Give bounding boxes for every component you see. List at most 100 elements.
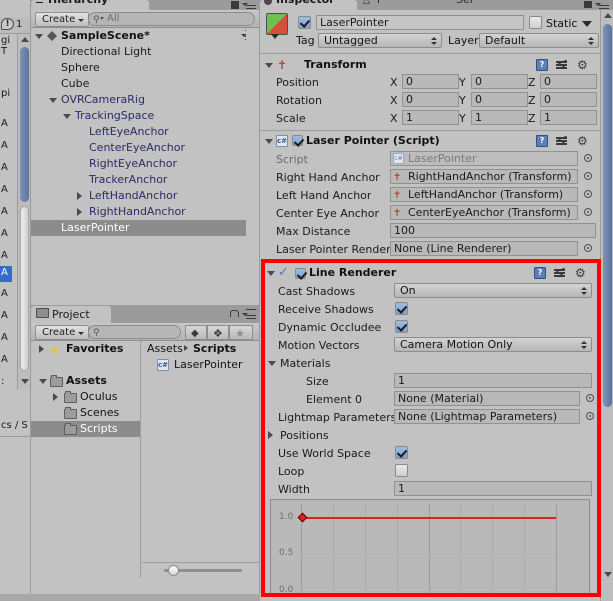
size-input[interactable]: 1 [394,373,592,388]
preset-icon[interactable] [556,59,568,71]
inspector-scroll-thumb[interactable] [603,24,612,407]
gear-icon[interactable]: ⚙ [577,59,588,71]
hierarchy-item-lefteyeanchor[interactable]: LeftEyeAnchor [31,124,259,140]
tab-inspector[interactable]: Inspector [260,0,357,10]
help-icon[interactable]: ? [534,267,546,279]
tab-project[interactable]: Project [31,306,111,323]
hierarchy-item-righthandanchor[interactable]: RightHandAnchor [31,204,259,220]
gear-icon[interactable]: ⚙ [577,135,588,147]
transform-position-y-input[interactable]: 0 [471,74,528,89]
project-tree-item-favorites[interactable]: ★ Favorites [31,341,140,357]
help-icon[interactable]: ? [536,135,548,147]
object-picker-icon[interactable] [582,188,595,201]
hierarchy-item-directional-light[interactable]: Directional Light [31,44,259,60]
breadcrumb-scripts[interactable]: Scripts [193,341,236,357]
foldout-down-icon[interactable] [63,114,71,119]
foldout-right-icon[interactable] [39,345,44,353]
project-create-button[interactable]: Create [35,325,90,340]
transform-scale-y-input[interactable]: 1 [471,110,528,125]
transform-rotation-z-input[interactable]: 0 [540,92,597,107]
receive-shadows-checkbox[interactable] [395,302,408,315]
project-lock-icon[interactable] [230,310,239,317]
loop-checkbox[interactable] [395,464,408,477]
motion-vectors-dropdown[interactable]: Camera Motion Only [394,337,592,352]
object-picker-icon[interactable] [582,242,595,255]
hierarchy-item-righteyeanchor[interactable]: RightEyeAnchor [31,156,259,172]
project-zoom-slider[interactable] [142,562,259,577]
filter-by-label-button[interactable]: ❖ [207,325,229,340]
object-picker-icon[interactable] [584,392,597,405]
object-picker-icon[interactable] [584,410,597,423]
use-world-space-checkbox[interactable] [395,446,408,459]
foldout-right-icon[interactable] [268,431,273,439]
inspector-scroll-up-arrow[interactable] [604,13,612,18]
gameobject-name-input[interactable]: LaserPointer [316,15,524,30]
scene-foldout-icon[interactable] [35,34,43,39]
lightmap-parameters-input[interactable]: None (Lightmap Parameters) [394,409,580,424]
foldout-down-icon[interactable] [268,361,276,366]
project-tree-item-scenes[interactable]: Scenes [31,405,140,421]
transform-rotation-x-input[interactable]: 0 [402,92,459,107]
transform-rotation-y-input[interactable]: 0 [471,92,528,107]
preset-icon[interactable] [556,135,568,147]
tab-services[interactable]: Services [456,0,472,10]
object-picker-icon[interactable] [582,206,595,219]
hierarchy-scene-row[interactable]: SampleScene* [31,28,259,44]
hierarchy-item-trackingspace[interactable]: TrackingSpace [31,108,259,124]
inspector-lock-icon[interactable] [584,1,592,8]
transform-scale-x-input[interactable]: 1 [402,110,459,125]
hierarchy-item-lefthandanchor[interactable]: LeftHandAnchor [31,188,259,204]
script-center-eye-anchor-field[interactable]: ✝ CenterEyeAnchor (Transform) [390,205,578,220]
foldout-right-icon[interactable] [53,393,58,401]
project-tree-item-scripts[interactable]: Scripts [31,421,140,437]
scroll-thumb[interactable] [20,47,29,202]
preset-icon[interactable] [554,267,566,279]
favorites-filter-button[interactable]: ★ [229,325,253,340]
width-input[interactable]: 1 [394,481,592,496]
project-search-input[interactable]: ⚲ [88,325,181,339]
width-curve-editor[interactable]: 1.0 0.5 0.0 [270,499,590,595]
script-right-hand-anchor-field[interactable]: ✝ RightHandAnchor (Transform) [390,169,578,184]
gameobject-active-checkbox[interactable] [298,16,311,29]
gear-icon[interactable]: ⚙ [575,267,586,279]
foldout-down-icon[interactable] [39,379,47,384]
scroll-thumb-lower[interactable] [20,206,29,371]
object-picker-icon[interactable] [582,152,595,165]
zoom-slider-knob[interactable] [168,565,179,576]
hierarchy-item-centereyeanchor[interactable]: CenterEyeAnchor [31,140,259,156]
foldout-down-icon[interactable] [49,98,57,103]
laser-pointer-enabled-checkbox[interactable] [292,135,303,146]
line-renderer-enabled-checkbox[interactable] [295,268,306,279]
line-renderer-foldout-icon[interactable] [267,271,275,276]
cast-shadows-dropdown[interactable]: On [394,283,592,298]
transform-foldout-icon[interactable] [265,63,273,68]
filter-by-type-button[interactable]: ◆ [185,325,207,340]
transform-header[interactable]: ✝ Transform ? ⚙ [260,56,600,74]
laser-pointer-foldout-icon[interactable] [265,139,273,144]
script-script-field[interactable]: c# LaserPointer [390,151,578,166]
hierarchy-search-input[interactable]: ⚲ All [88,12,255,26]
left-panel-scrollbar[interactable] [17,34,30,389]
hierarchy-create-button[interactable]: Create [35,12,90,27]
hierarchy-item-trackeranchor[interactable]: TrackerAnchor [31,172,259,188]
hierarchy-scrollbar[interactable] [246,28,259,305]
hierarchy-item-cube[interactable]: Cube [31,76,259,92]
help-icon[interactable]: ? [536,59,548,71]
project-tree-item-assets[interactable]: Assets [31,373,140,389]
project-tree-item-oculus[interactable]: Oculus [31,389,140,405]
foldout-right-icon[interactable] [77,192,82,200]
static-checkbox[interactable] [529,16,542,29]
inspector-scroll-down-arrow[interactable] [604,572,612,577]
transform-scale-z-input[interactable]: 1 [540,110,597,125]
hierarchy-item-ovrcamerarig[interactable]: OVRCameraRig [31,92,259,108]
laser-pointer-header[interactable]: c# Laser Pointer (Script) ? ⚙ [260,132,600,150]
layer-dropdown[interactable]: Default [479,33,599,48]
hierarchy-item-sphere[interactable]: Sphere [31,60,259,76]
tag-dropdown[interactable]: Untagged [318,33,442,48]
object-picker-icon[interactable] [582,170,595,183]
transform-position-z-input[interactable]: 0 [540,74,597,89]
scroll-up-arrow[interactable] [21,37,29,42]
line-renderer-header[interactable]: ✓ Line Renderer ? ⚙ [264,264,600,282]
script-left-hand-anchor-field[interactable]: ✝ LeftHandAnchor (Transform) [390,187,578,202]
element-0-input[interactable]: None (Material) [394,391,580,406]
